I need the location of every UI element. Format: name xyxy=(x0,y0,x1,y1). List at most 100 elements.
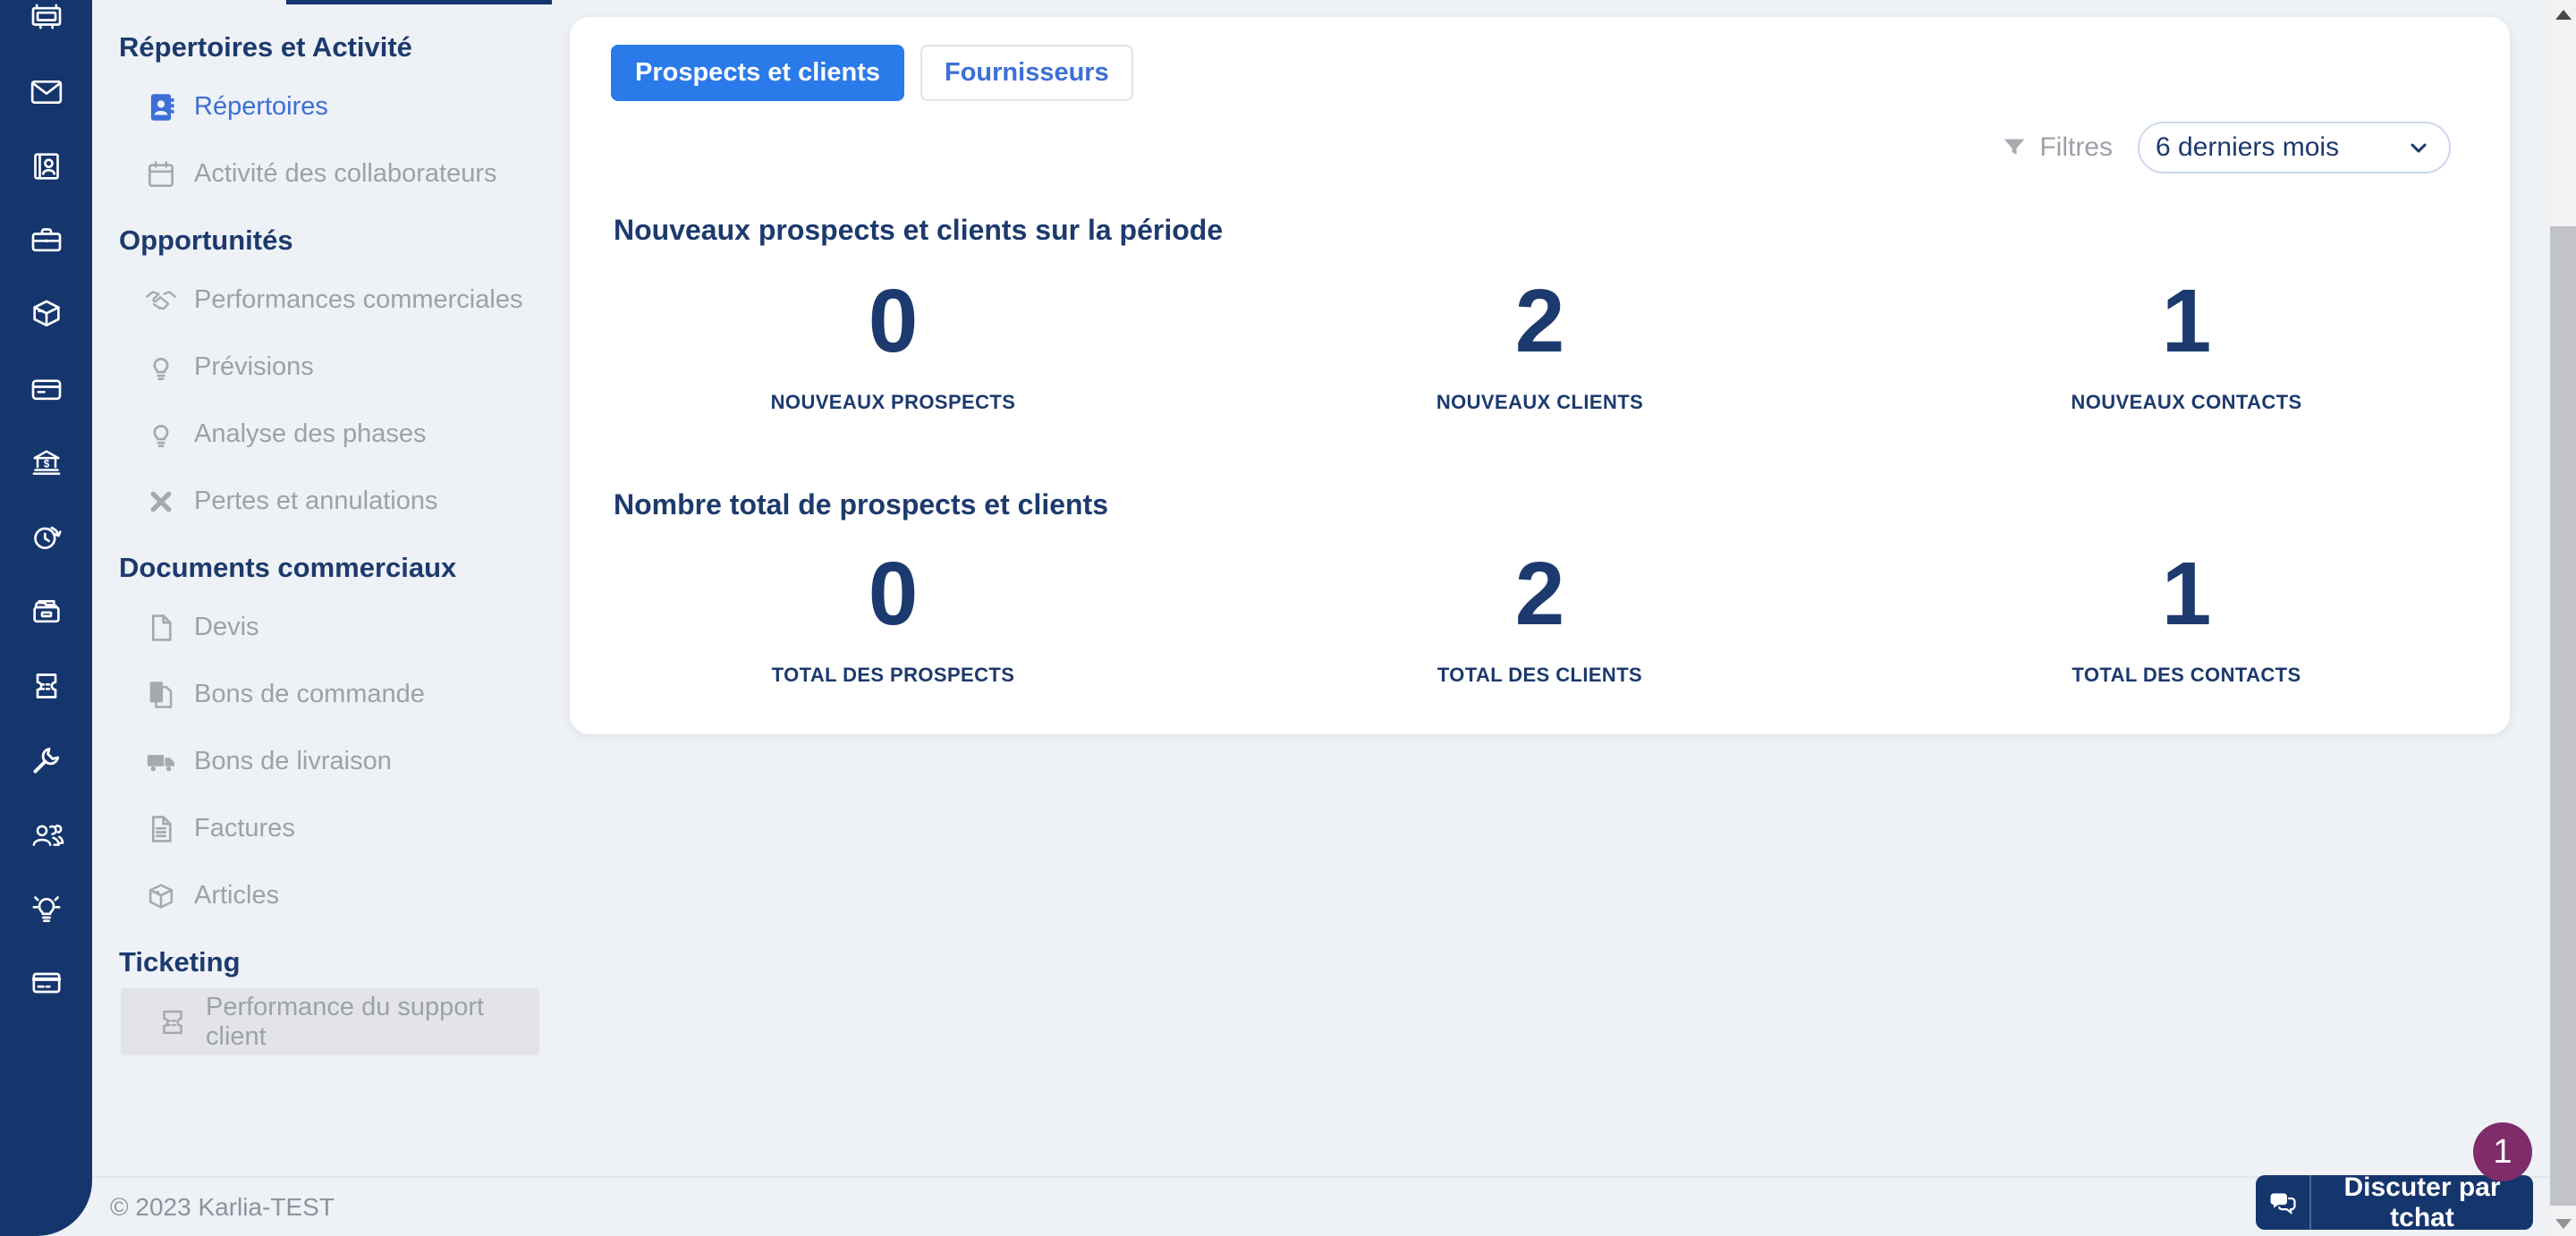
sidebar-item-label: Performance du support client xyxy=(206,992,485,1051)
subscriptions-icon[interactable] xyxy=(0,945,92,1020)
dashboard-icon[interactable] xyxy=(0,0,92,55)
section-title-0: Nouveaux prospects et clients sur la pér… xyxy=(614,214,1224,246)
file-copy-icon xyxy=(143,677,179,713)
top-scroll-remnant-bar xyxy=(286,0,552,4)
ticket-icon xyxy=(155,1004,191,1040)
ideas-icon[interactable] xyxy=(0,871,92,945)
tools-icon[interactable] xyxy=(0,723,92,797)
truck-icon xyxy=(143,744,179,780)
stat-total-des-clients: 2 TOTAL DES CLIENTS xyxy=(1216,549,1863,687)
sidebar-item-label: Bons de commande xyxy=(194,680,425,708)
stat-value: 0 xyxy=(868,544,919,644)
sidebar-item-performances-commerciales[interactable]: Performances commerciales xyxy=(92,267,552,334)
sidebar-section-title-documents-commerciaux: Documents commerciaux xyxy=(119,552,457,583)
box-icon xyxy=(143,878,179,914)
handshake-icon xyxy=(143,283,179,318)
lightbulb-icon xyxy=(143,350,179,385)
sidebar-item-label: Prévisions xyxy=(194,352,314,381)
sidebar-item-pertes-et-annulations[interactable]: Pertes et annulations xyxy=(92,468,552,535)
sidebar-section-title-repertoires-et-activite: Répertoires et Activité xyxy=(119,31,412,63)
stat-nouveaux-clients: 2 NOUVEAUX CLIENTS xyxy=(1216,276,1863,414)
sidebar-item-devis[interactable]: Devis xyxy=(92,594,552,661)
address-book-icon xyxy=(143,89,179,125)
stat-value: 2 xyxy=(1514,544,1565,644)
funnel-icon xyxy=(2004,139,2025,156)
sidebar-item-label: Analyse des phases xyxy=(194,419,427,448)
sidebar-item-analyse-des-phases[interactable]: Analyse des phases xyxy=(92,401,552,468)
sidebar-item-factures[interactable]: Factures xyxy=(92,795,552,862)
sidebar-item-label: Factures xyxy=(194,814,295,842)
stat-nouveaux-contacts: 1 NOUVEAUX CONTACTS xyxy=(1863,276,2510,414)
stat-label: NOUVEAUX CONTACTS xyxy=(2071,391,2302,413)
sidebar-item-previsions[interactable]: Prévisions xyxy=(92,334,552,401)
mail-icon[interactable] xyxy=(0,55,92,129)
stat-label: TOTAL DES PROSPECTS xyxy=(771,664,1015,686)
footer: © 2023 Karlia-TEST xyxy=(92,1176,2550,1236)
payments-icon[interactable] xyxy=(0,351,92,426)
stats-row-1: 0 TOTAL DES PROSPECTS 2 TOTAL DES CLIENTS 1 T… xyxy=(570,549,2510,687)
stat-total-des-prospects: 0 TOTAL DES PROSPECTS xyxy=(570,549,1216,687)
section-title-1: Nombre total de prospects et clients xyxy=(614,488,1109,521)
sidebar-item-bons-de-commande[interactable]: Bons de commande xyxy=(92,661,552,728)
archive-icon[interactable] xyxy=(0,574,92,648)
sidebar-item-label: Activité des collaborateurs xyxy=(194,159,497,188)
sidebar-item-performance-du-support-client[interactable]: Performance du support client xyxy=(121,988,539,1055)
copyright-text: © 2023 Karlia-TEST xyxy=(110,1192,335,1221)
file-icon xyxy=(143,610,179,646)
stat-nouveaux-prospects: 0 NOUVEAUX PROSPECTS xyxy=(570,276,1216,414)
stat-value: 2 xyxy=(1514,271,1565,371)
stat-label: TOTAL DES CLIENTS xyxy=(1436,664,1643,686)
tab-prospects-et-clients[interactable]: Prospects et clients xyxy=(611,45,904,101)
chat-button[interactable]: Discuter par tchat xyxy=(2256,1173,2533,1232)
sidebar-item-label: Performances commerciales xyxy=(194,285,523,314)
sidebar-item-repertoires[interactable]: Répertoires xyxy=(92,73,552,140)
cross-icon xyxy=(143,484,179,520)
vertical-scrollbar[interactable] xyxy=(2550,0,2576,1236)
sidebar-item-label: Bons de livraison xyxy=(194,747,392,775)
bank-icon[interactable]: $ xyxy=(0,426,92,500)
time-tracking-icon[interactable] xyxy=(0,500,92,574)
tab-fournisseurs[interactable]: Fournisseurs xyxy=(920,45,1133,101)
package-icon[interactable] xyxy=(0,277,92,351)
period-dropdown[interactable]: 6 derniers mois xyxy=(2138,122,2451,174)
sidebar-section-title-ticketing: Ticketing xyxy=(119,946,241,978)
stats-card: Prospects et clients Fournisseurs Filtre… xyxy=(570,17,2510,734)
stat-value: 1 xyxy=(2161,544,2212,644)
tickets-icon[interactable] xyxy=(0,648,92,723)
tab-group: Prospects et clients Fournisseurs xyxy=(611,45,1133,101)
chat-bubbles-icon xyxy=(2256,1188,2309,1218)
scroll-up-arrow-icon[interactable] xyxy=(2555,10,2572,20)
stat-label: TOTAL DES CONTACTS xyxy=(2072,664,2301,686)
chevron-down-icon xyxy=(2406,135,2431,160)
team-icon[interactable] xyxy=(0,797,92,871)
sidebar-item-label: Répertoires xyxy=(194,92,328,121)
sidebar-item-articles[interactable]: Articles xyxy=(92,862,552,929)
filters-label: Filtres xyxy=(2039,132,2113,162)
secondary-sidebar: Répertoires et Activité Répertoires Activi… xyxy=(92,0,552,1177)
stat-value: 0 xyxy=(868,271,919,371)
stat-label: NOUVEAUX CLIENTS xyxy=(1436,391,1644,413)
filters-chip: Filtres xyxy=(2001,132,2113,163)
file-lines-icon xyxy=(143,811,179,847)
contacts-icon[interactable] xyxy=(0,129,92,203)
filter-row: Filtres 6 derniers mois xyxy=(2001,121,2451,174)
stat-total-des-contacts: 1 TOTAL DES CONTACTS xyxy=(1863,549,2510,687)
calendar-icon xyxy=(143,157,179,192)
sidebar-item-label: Articles xyxy=(194,881,280,910)
period-dropdown-value: 6 derniers mois xyxy=(2156,132,2340,162)
sidebar-item-bons-de-livraison[interactable]: Bons de livraison xyxy=(92,728,552,795)
svg-text:$: $ xyxy=(43,458,49,470)
sidebar-item-label: Pertes et annulations xyxy=(194,487,438,515)
scroll-down-arrow-icon[interactable] xyxy=(2555,1219,2572,1229)
stat-label: NOUVEAUX PROSPECTS xyxy=(770,391,1016,413)
stats-row-0: 0 NOUVEAUX PROSPECTS 2 NOUVEAUX CLIENTS 1 NOU… xyxy=(570,276,2510,414)
lightbulb-icon xyxy=(143,417,179,453)
sidebar-item-label: Devis xyxy=(194,613,259,641)
projects-icon[interactable] xyxy=(0,203,92,277)
sidebar-item-activite-des-collaborateurs[interactable]: Activité des collaborateurs xyxy=(92,140,552,207)
sidebar-section-title-opportunites: Opportunités xyxy=(119,224,293,256)
chat-notification-badge: 1 xyxy=(2473,1122,2532,1181)
scrollbar-thumb[interactable] xyxy=(2550,226,2576,1206)
primary-icon-sidebar: $ xyxy=(0,0,92,1236)
stat-value: 1 xyxy=(2161,271,2212,371)
